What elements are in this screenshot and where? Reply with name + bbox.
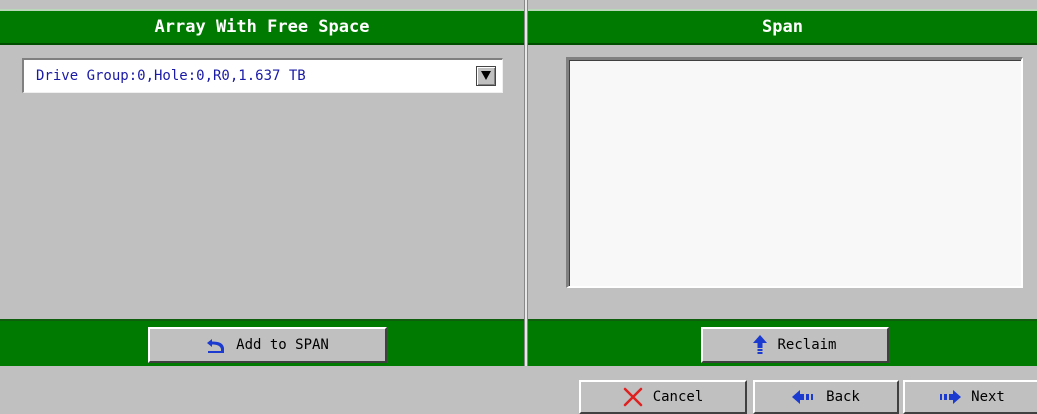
reclaim-label: Reclaim	[777, 337, 837, 353]
span-list[interactable]	[566, 57, 1023, 288]
wizard-nav-bar: Cancel Back Next	[0, 366, 1037, 414]
cancel-button[interactable]: Cancel	[579, 380, 747, 414]
right-panel-header: Span	[528, 9, 1037, 45]
undo-icon	[206, 336, 226, 354]
free-space-dropdown-value: Drive Group:0,Hole:0,R0,1.637 TB	[36, 68, 306, 84]
next-label: Next	[971, 389, 1005, 405]
left-panel-footer: Add to SPAN	[0, 319, 524, 366]
add-to-span-button[interactable]: Add to SPAN	[148, 327, 387, 363]
left-panel-title: Array With Free Space	[154, 17, 370, 37]
free-space-dropdown[interactable]: Drive Group:0,Hole:0,R0,1.637 TB	[22, 58, 503, 93]
x-icon	[623, 387, 643, 407]
up-arrow-icon	[753, 335, 768, 355]
back-button[interactable]: Back	[753, 380, 899, 414]
right-arrow-icon	[937, 390, 962, 404]
next-button[interactable]: Next	[903, 380, 1037, 414]
right-panel-footer: Reclaim	[528, 319, 1037, 366]
left-arrow-icon	[792, 390, 816, 404]
back-label: Back	[826, 389, 860, 405]
right-panel-title: Span	[762, 17, 803, 37]
add-to-span-label: Add to SPAN	[236, 337, 329, 353]
cancel-label: Cancel	[652, 389, 704, 405]
reclaim-button[interactable]: Reclaim	[701, 327, 889, 363]
chevron-down-icon[interactable]	[476, 66, 496, 86]
span-panel: Span Reclaim	[528, 0, 1037, 366]
left-panel-header: Array With Free Space	[0, 9, 524, 45]
array-with-free-space-panel: Array With Free Space Drive Group:0,Hole…	[0, 0, 524, 366]
